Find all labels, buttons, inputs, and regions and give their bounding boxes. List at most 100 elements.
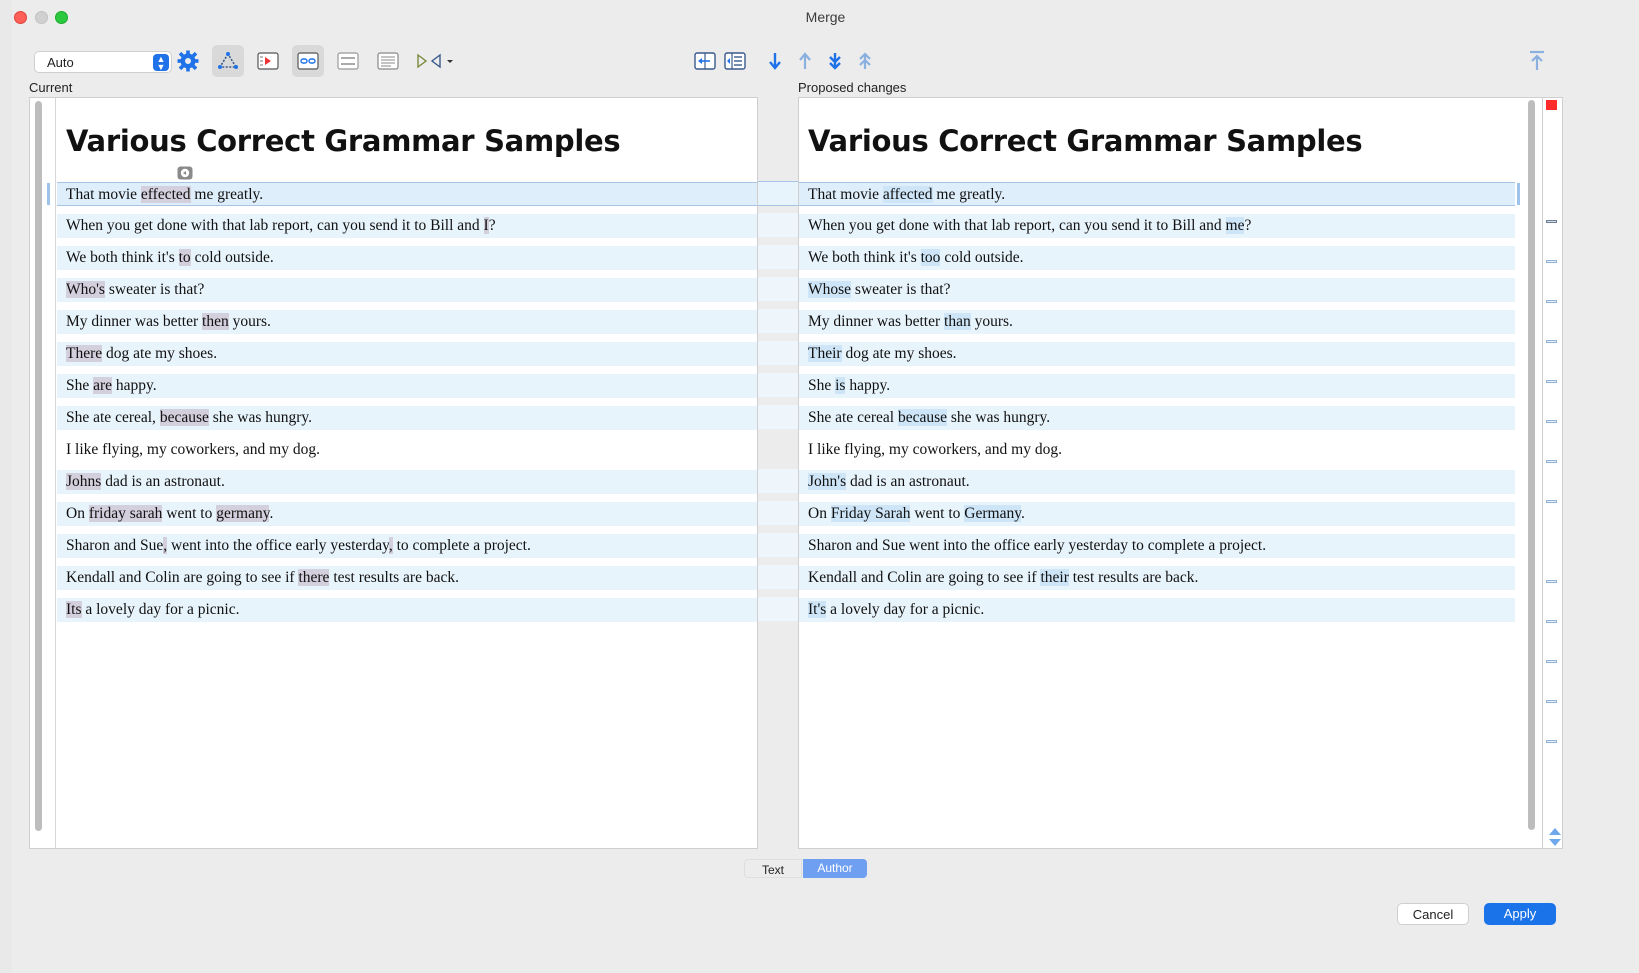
left-changed-text: there xyxy=(298,569,330,586)
right-scrollbar-thumb[interactable] xyxy=(1528,100,1535,830)
right-line[interactable]: When you get done with that lab report, … xyxy=(799,214,1515,238)
right-line[interactable]: My dinner was better than yours. xyxy=(799,310,1515,334)
overview-scroll-arrows[interactable] xyxy=(1548,826,1562,853)
settings-button[interactable] xyxy=(172,45,204,77)
show-changes-button[interactable] xyxy=(252,45,284,77)
right-line-text: On xyxy=(808,505,831,522)
next-conflict-button[interactable] xyxy=(819,45,851,77)
left-line[interactable]: Johns dad is an astronaut. xyxy=(57,470,757,494)
right-line-text: a lovely day for a picnic. xyxy=(826,601,985,618)
right-changed-text: me xyxy=(1225,217,1245,234)
three-way-button[interactable] xyxy=(212,45,244,77)
overview-change-mark[interactable] xyxy=(1546,460,1557,463)
next-change-button[interactable] xyxy=(759,45,791,77)
overview-change-mark[interactable] xyxy=(1546,700,1557,703)
right-change-marker xyxy=(1517,183,1520,205)
left-changed-text: are xyxy=(93,377,113,394)
connector-strip xyxy=(758,341,798,365)
right-line-text: went to xyxy=(910,505,965,522)
titlebar: Merge xyxy=(12,0,1639,34)
right-line[interactable]: That movie affected me greatly. xyxy=(799,182,1515,206)
left-line[interactable]: She ate cereal, because she was hungry. xyxy=(57,406,757,430)
right-changed-text: Whose xyxy=(808,281,852,298)
right-line[interactable]: I like flying, my coworkers, and my dog. xyxy=(799,438,1515,462)
change-overview-ruler[interactable] xyxy=(1543,97,1563,849)
right-line-text: yours. xyxy=(970,313,1013,330)
right-line[interactable]: It's a lovely day for a picnic. xyxy=(799,598,1515,622)
left-line[interactable]: Kendall and Colin are going to see if th… xyxy=(57,566,757,590)
right-line-text: test results are back. xyxy=(1068,569,1199,586)
tab-author[interactable]: Author xyxy=(803,859,867,878)
toggle-panel-button[interactable] xyxy=(332,45,364,77)
right-changed-text: is xyxy=(835,377,846,394)
overview-change-mark[interactable] xyxy=(1546,500,1557,503)
first-change-button[interactable] xyxy=(1521,45,1553,77)
left-line[interactable]: When you get done with that lab report, … xyxy=(57,214,757,238)
diff-options-button[interactable] xyxy=(412,45,456,77)
left-line[interactable]: Its a lovely day for a picnic. xyxy=(57,598,757,622)
overview-change-mark[interactable] xyxy=(1546,220,1557,223)
right-line[interactable]: On Friday Sarah went to Germany. xyxy=(799,502,1515,526)
overview-change-mark[interactable] xyxy=(1546,340,1557,343)
accept-change-handle[interactable] xyxy=(177,166,193,185)
overview-change-mark[interactable] xyxy=(1546,420,1557,423)
mode-select[interactable]: Auto ▲ ▼ xyxy=(34,51,172,73)
overview-change-mark[interactable] xyxy=(1546,380,1557,383)
link-view-button[interactable] xyxy=(292,45,324,77)
play-panel-icon xyxy=(257,52,279,70)
connector-strip xyxy=(758,469,798,493)
left-line[interactable]: Who's sweater is that? xyxy=(57,278,757,302)
overview-change-mark[interactable] xyxy=(1546,260,1557,263)
left-line[interactable]: She are happy. xyxy=(57,374,757,398)
lines-panel-button[interactable] xyxy=(372,45,404,77)
left-changed-text: effected xyxy=(140,186,191,203)
previous-change-button[interactable] xyxy=(789,45,821,77)
left-line[interactable]: My dinner was better then yours. xyxy=(57,310,757,334)
left-line-text: That movie xyxy=(66,186,141,203)
left-line[interactable]: On friday sarah went to germany. xyxy=(57,502,757,526)
left-scrollbar-thumb[interactable] xyxy=(35,101,42,831)
left-line-text: a lovely day for a picnic. xyxy=(81,601,240,618)
overview-change-mark[interactable] xyxy=(1546,300,1557,303)
connector-strip xyxy=(758,245,798,269)
left-line-text: She xyxy=(66,377,94,394)
overview-change-mark[interactable] xyxy=(1546,580,1557,583)
connector-strip xyxy=(758,277,798,301)
right-line[interactable]: She is happy. xyxy=(799,374,1515,398)
right-line[interactable]: Their dog ate my shoes. xyxy=(799,342,1515,366)
connector-strip xyxy=(758,597,798,621)
right-line[interactable]: We both think it's too cold outside. xyxy=(799,246,1515,270)
right-line[interactable]: John's dad is an astronaut. xyxy=(799,470,1515,494)
apply-button[interactable]: Apply xyxy=(1484,903,1556,925)
connector-band xyxy=(758,181,798,206)
connector-strip xyxy=(758,533,798,557)
current-document[interactable]: Various Correct Grammar Samples That mov… xyxy=(57,98,757,834)
accept-all-button[interactable] xyxy=(719,45,751,77)
cancel-button[interactable]: Cancel xyxy=(1397,903,1469,925)
left-line[interactable]: There dog ate my shoes. xyxy=(57,342,757,366)
left-line[interactable]: That movie effected me greatly. xyxy=(57,182,757,206)
right-line[interactable]: Kendall and Colin are going to see if th… xyxy=(799,566,1515,590)
connector-strip xyxy=(758,565,798,589)
gear-icon xyxy=(177,50,199,72)
right-line[interactable]: She ate cereal because she was hungry. xyxy=(799,406,1515,430)
left-line[interactable]: Sharon and Sue, went into the office ear… xyxy=(57,534,757,558)
window-title: Merge xyxy=(805,9,846,25)
overview-change-mark[interactable] xyxy=(1546,740,1557,743)
overview-change-mark[interactable] xyxy=(1546,620,1557,623)
left-line[interactable]: I like flying, my coworkers, and my dog. xyxy=(57,438,757,462)
right-changed-text: too xyxy=(920,249,941,266)
right-changed-text: their xyxy=(1040,569,1069,586)
overview-change-mark[interactable] xyxy=(1546,660,1557,663)
right-line[interactable]: Whose sweater is that? xyxy=(799,278,1515,302)
current-pane: Various Correct Grammar Samples That mov… xyxy=(29,97,758,849)
accept-left-button[interactable] xyxy=(689,45,721,77)
tab-text[interactable]: Text xyxy=(744,859,802,878)
left-line[interactable]: We both think it's to cold outside. xyxy=(57,246,757,270)
previous-conflict-button[interactable] xyxy=(849,45,881,77)
right-line-text: We both think it's xyxy=(808,249,921,266)
proposed-document[interactable]: Various Correct Grammar Samples That mov… xyxy=(799,98,1515,834)
right-line[interactable]: Sharon and Sue went into the office earl… xyxy=(799,534,1515,558)
diff-arrows-icon xyxy=(417,53,453,69)
left-line-text: dad is an astronaut. xyxy=(101,473,225,490)
